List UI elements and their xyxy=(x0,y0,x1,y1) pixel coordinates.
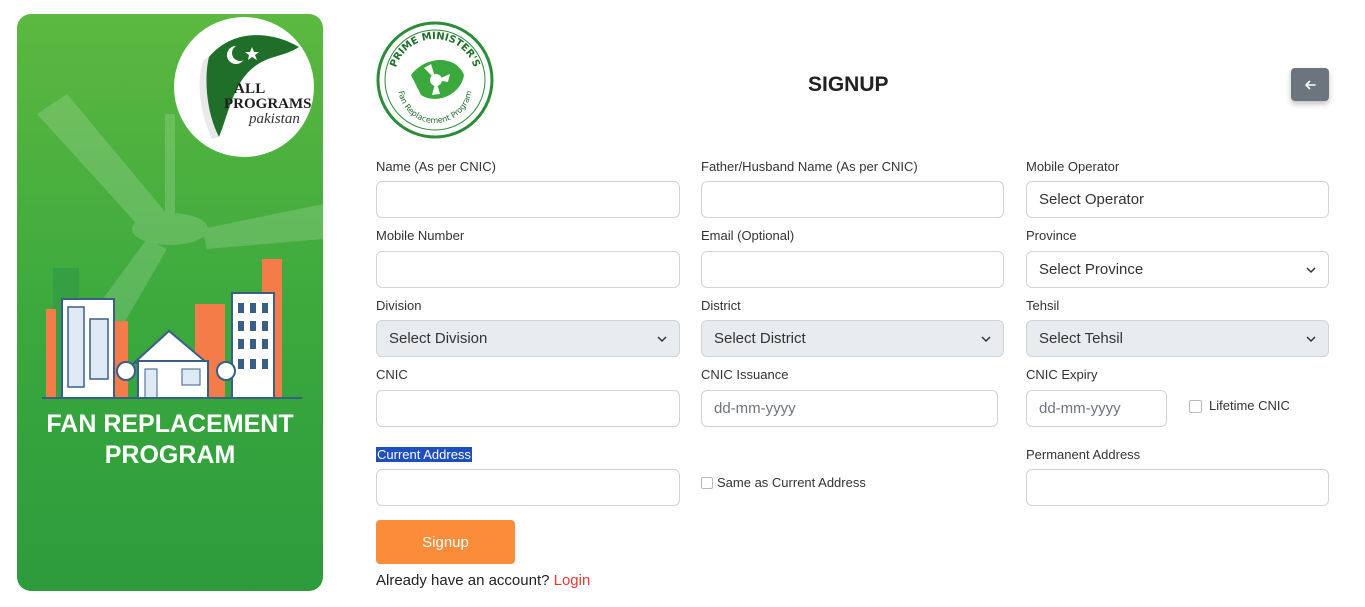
cnic-issuance-placeholder: dd-mm-yyyy xyxy=(714,400,796,417)
mobile-number-input[interactable] xyxy=(376,251,680,288)
permanent-address-input[interactable] xyxy=(1026,469,1329,506)
cnic-issuance-label: CNIC Issuance xyxy=(701,367,789,382)
logo-text-line3: pakistan xyxy=(249,111,300,127)
signup-button[interactable]: Signup xyxy=(376,520,515,564)
tehsil-value: Select Tehsil xyxy=(1039,330,1123,347)
province-select[interactable]: Select Province xyxy=(1026,251,1329,288)
program-title-line2: PROGRAM xyxy=(104,441,236,469)
current-address-label: Current Address xyxy=(376,447,472,462)
cnic-issuance-input[interactable]: dd-mm-yyyy xyxy=(701,390,998,427)
mobile-operator-label: Mobile Operator xyxy=(1026,159,1120,174)
login-prompt-text: Already have an account? xyxy=(376,572,550,589)
permanent-address-label: Permanent Address xyxy=(1026,447,1141,462)
back-button[interactable] xyxy=(1291,68,1329,101)
current-address-input[interactable] xyxy=(376,469,680,506)
program-title: FAN REPLACEMENT PROGRAM xyxy=(17,409,323,471)
cnic-expiry-placeholder: dd-mm-yyyy xyxy=(1039,400,1121,417)
current-address-label-text: Current Address xyxy=(376,447,472,462)
name-input[interactable] xyxy=(376,181,680,218)
same-as-current-checkbox[interactable] xyxy=(701,477,713,489)
chevron-down-icon xyxy=(981,336,991,343)
all-programs-logo: ALL PROGRAMS pakistan xyxy=(174,17,314,157)
cnic-expiry-input[interactable]: dd-mm-yyyy xyxy=(1026,390,1167,427)
sidebar-panel: ALL PROGRAMS pakistan FAN REPLACEMENT PR… xyxy=(17,14,323,591)
chevron-down-icon xyxy=(1306,336,1316,343)
cnic-label: CNIC xyxy=(376,367,408,382)
province-value: Select Province xyxy=(1039,261,1144,278)
email-label: Email (Optional) xyxy=(701,228,795,243)
program-title-line1: FAN REPLACEMENT xyxy=(46,410,294,438)
city-buildings-illustration xyxy=(42,259,302,399)
prime-minister-fan-program-logo: PRIME MINISTER'S Fan Replacement Program xyxy=(376,21,494,139)
name-label: Name (As per CNIC) xyxy=(376,159,496,174)
lifetime-cnic-checkbox[interactable] xyxy=(1189,400,1202,413)
page-title: SIGNUP xyxy=(808,73,889,96)
lifetime-cnic-label: Lifetime CNIC xyxy=(1209,398,1290,413)
tehsil-select[interactable]: Select Tehsil xyxy=(1026,320,1329,357)
father-name-input[interactable] xyxy=(701,181,1004,218)
same-as-current-label: Same as Current Address xyxy=(717,475,866,490)
login-prompt: Already have an account? Login xyxy=(376,572,590,589)
email-input[interactable] xyxy=(701,251,1004,288)
login-link[interactable]: Login xyxy=(554,572,591,589)
mobile-number-label: Mobile Number xyxy=(376,228,465,243)
father-name-label: Father/Husband Name (As per CNIC) xyxy=(701,159,918,174)
tehsil-label: Tehsil xyxy=(1026,298,1060,313)
cnic-expiry-label: CNIC Expiry xyxy=(1026,367,1098,382)
cnic-input[interactable] xyxy=(376,390,680,427)
division-value: Select Division xyxy=(389,330,488,347)
province-label: Province xyxy=(1026,228,1077,243)
division-select[interactable]: Select Division xyxy=(376,320,680,357)
chevron-down-icon xyxy=(1306,267,1316,274)
mobile-operator-value: Select Operator xyxy=(1039,191,1145,208)
district-select[interactable]: Select District xyxy=(701,320,1004,357)
district-value: Select District xyxy=(714,330,806,347)
district-label: District xyxy=(701,298,741,313)
division-label: Division xyxy=(376,298,422,313)
mobile-operator-select[interactable]: Select Operator xyxy=(1026,181,1329,218)
chevron-down-icon xyxy=(657,336,667,343)
arrow-left-icon xyxy=(1305,80,1316,89)
